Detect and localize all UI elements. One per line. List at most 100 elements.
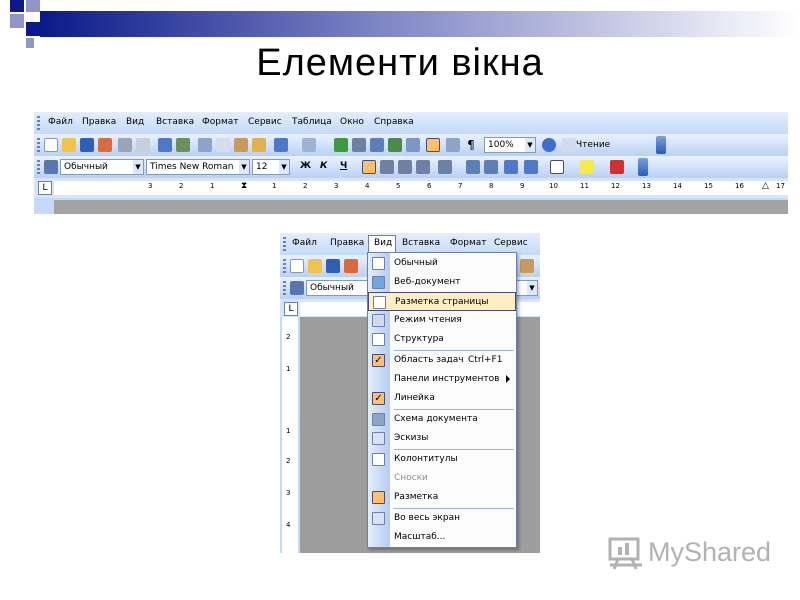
ruler-scale[interactable]: 3 2 1 ⧗ 1 2 3 4 5 6 7 8 9 10 11 12 13 14…: [54, 181, 788, 195]
paste-icon[interactable]: [520, 259, 534, 273]
justify-icon[interactable]: [416, 160, 430, 174]
chevron-down-icon[interactable]: ▼: [279, 160, 289, 174]
grip-handle[interactable]: [37, 116, 40, 130]
open-folder-icon[interactable]: [308, 259, 322, 273]
menu-item-page-layout[interactable]: Разметка страницы: [368, 292, 516, 311]
underline-button[interactable]: Ч: [340, 161, 347, 171]
menu-edit[interactable]: Правка: [330, 238, 364, 248]
menu-help[interactable]: Справка: [374, 117, 414, 127]
menu-window[interactable]: Окно: [340, 117, 364, 127]
menu-tools[interactable]: Сервис: [248, 117, 282, 127]
open-folder-icon[interactable]: [62, 138, 76, 152]
menu-item-ruler[interactable]: ✓ Линейка: [368, 389, 516, 408]
menu-item-web-document[interactable]: Веб-документ: [368, 273, 516, 292]
menu-insert[interactable]: Вставка: [156, 117, 194, 127]
print-icon[interactable]: [118, 138, 132, 152]
permission-icon[interactable]: [344, 259, 358, 273]
bullets-icon[interactable]: [484, 160, 498, 174]
save-icon[interactable]: [326, 259, 340, 273]
menu-view[interactable]: Вид: [126, 117, 144, 127]
indent-marker-icon[interactable]: ⧗: [241, 181, 247, 191]
menu-view[interactable]: Вид: [374, 238, 392, 248]
menu-table[interactable]: Таблица: [292, 117, 332, 127]
format-painter-icon[interactable]: [252, 138, 266, 152]
decrease-indent-icon[interactable]: [504, 160, 518, 174]
grip-handle[interactable]: [283, 259, 286, 273]
menu-item-footnotes[interactable]: Сноски: [368, 469, 516, 488]
styles-icon[interactable]: [290, 281, 304, 295]
grip-handle[interactable]: [283, 281, 286, 295]
chevron-down-icon[interactable]: ▼: [527, 281, 537, 295]
bold-button[interactable]: Ж: [300, 161, 311, 171]
redo-icon[interactable]: [302, 138, 316, 152]
menu-item-outline[interactable]: Структура: [368, 330, 516, 349]
align-center-icon[interactable]: [380, 160, 394, 174]
print-preview-icon[interactable]: [136, 138, 150, 152]
menu-format[interactable]: Формат: [202, 117, 239, 127]
columns-icon[interactable]: [406, 138, 420, 152]
tab-selector-icon[interactable]: L: [284, 302, 298, 316]
menu-file[interactable]: Файл: [48, 117, 73, 127]
grip-handle[interactable]: [283, 237, 286, 251]
menu-insert[interactable]: Вставка: [402, 238, 440, 248]
cut-icon[interactable]: [198, 138, 212, 152]
menu-item-thumbnails[interactable]: Эскизы: [368, 429, 516, 448]
align-right-icon[interactable]: [398, 160, 412, 174]
menu-item-reading-mode[interactable]: Режим чтения: [368, 311, 516, 330]
menu-item-task-pane[interactable]: ✓ Область задач Ctrl+F1: [368, 351, 516, 370]
menu-item-header-footer[interactable]: Колонтитулы: [368, 450, 516, 469]
copy-icon[interactable]: [216, 138, 230, 152]
borders-icon[interactable]: [550, 160, 564, 174]
spelling-icon[interactable]: [158, 138, 172, 152]
menu-item-toolbars[interactable]: Панели инструментов: [368, 370, 516, 389]
menu-tools[interactable]: Сервис: [494, 238, 528, 248]
zoom-combo[interactable]: 100% ▼: [484, 137, 536, 153]
grip-handle[interactable]: [37, 160, 40, 174]
drawing-icon[interactable]: [426, 138, 440, 152]
chevron-down-icon[interactable]: ▼: [239, 160, 249, 174]
paste-icon[interactable]: [234, 138, 248, 152]
vertical-ruler[interactable]: 2 1 1 2 3 4: [282, 317, 298, 553]
new-document-icon[interactable]: [290, 259, 304, 273]
menu-file[interactable]: Файл: [292, 238, 317, 248]
font-combo[interactable]: Times New Roman ▼: [146, 159, 250, 175]
line-spacing-icon[interactable]: [438, 160, 452, 174]
toolbar-options-icon[interactable]: [656, 136, 666, 154]
right-indent-marker-icon[interactable]: △: [762, 181, 769, 191]
new-document-icon[interactable]: [44, 138, 58, 152]
chevron-down-icon[interactable]: ▼: [525, 138, 535, 152]
styles-icon[interactable]: [44, 160, 58, 174]
size-combo[interactable]: 12 ▼: [252, 159, 290, 175]
menu-item-zoom[interactable]: Масштаб...: [368, 528, 516, 547]
hyperlink-icon[interactable]: [334, 138, 348, 152]
highlight-icon[interactable]: [580, 160, 594, 174]
document-map-icon[interactable]: [446, 138, 460, 152]
align-left-icon[interactable]: [362, 160, 376, 174]
numbering-icon[interactable]: [466, 160, 480, 174]
style-combo[interactable]: Обычный: [306, 280, 368, 296]
font-combo[interactable]: ▼: [516, 280, 538, 296]
font-color-icon[interactable]: [610, 160, 624, 174]
toolbar-options-icon[interactable]: [638, 158, 648, 176]
menu-item-normal[interactable]: Обычный: [368, 254, 516, 273]
menu-format[interactable]: Формат: [450, 238, 487, 248]
save-icon[interactable]: [80, 138, 94, 152]
help-icon[interactable]: [542, 138, 556, 152]
insert-table-icon[interactable]: [370, 138, 384, 152]
menu-item-document-map[interactable]: Схема документа: [368, 410, 516, 429]
reading-button[interactable]: Чтение: [576, 140, 610, 150]
increase-indent-icon[interactable]: [524, 160, 538, 174]
tables-borders-icon[interactable]: [352, 138, 366, 152]
menu-item-full-screen[interactable]: Во весь экран: [368, 509, 516, 528]
research-icon[interactable]: [176, 138, 190, 152]
insert-excel-icon[interactable]: [388, 138, 402, 152]
undo-icon[interactable]: [274, 138, 288, 152]
show-hide-icon[interactable]: ¶: [464, 138, 478, 152]
grip-handle[interactable]: [37, 138, 40, 152]
style-combo[interactable]: Обычный ▼: [60, 159, 144, 175]
tab-selector-icon[interactable]: L: [38, 181, 52, 195]
document-workspace[interactable]: [54, 200, 788, 214]
permission-icon[interactable]: [98, 138, 112, 152]
italic-button[interactable]: К: [320, 161, 327, 171]
menu-edit[interactable]: Правка: [82, 117, 116, 127]
